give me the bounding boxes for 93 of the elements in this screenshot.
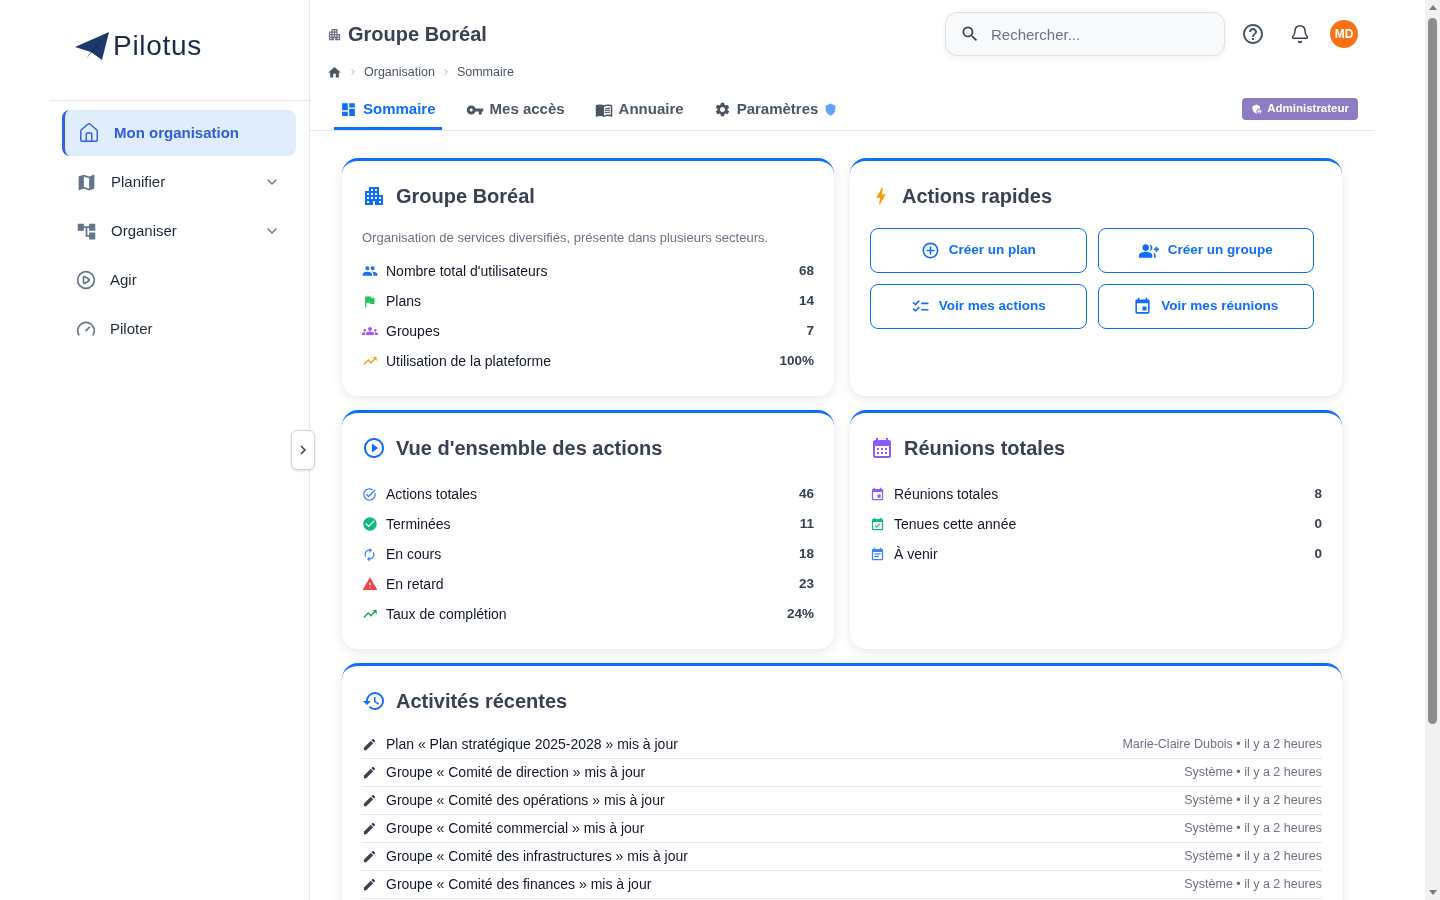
activity-text: Groupe « Comité des opérations » mis à jour <box>386 791 666 810</box>
stat-value: 11 <box>799 514 814 533</box>
stat-value: 68 <box>798 261 814 280</box>
search-icon <box>960 24 980 44</box>
pencil-icon <box>362 793 377 808</box>
warning-icon <box>362 576 378 592</box>
building-icon <box>362 184 386 208</box>
history-icon <box>362 689 386 713</box>
stat-label: Nombre total d'utilisateurs <box>386 261 549 281</box>
stat-label: Utilisation de la plateforme <box>386 351 552 371</box>
paper-plane-logo-icon <box>75 32 109 60</box>
activity-meta: Système • il y a 2 heures <box>1184 792 1322 810</box>
card-title: Groupe Boréal <box>396 184 535 209</box>
calendar-icon <box>870 486 885 502</box>
admin-shield-icon <box>1251 103 1264 115</box>
sidebar-nav-item[interactable]: Mon organisation <box>62 110 296 156</box>
scroll-up-arrow-icon <box>1428 5 1437 10</box>
tab[interactable]: Sommaire <box>334 88 442 130</box>
refresh-icon <box>362 546 377 562</box>
calendar-icon <box>1133 297 1153 316</box>
pencil-icon <box>362 877 377 892</box>
quick-action-button[interactable]: Voir mes réunions <box>1097 284 1314 329</box>
search-field[interactable]: Rechercher... <box>945 12 1225 56</box>
activity-meta: Système • il y a 2 heures <box>1184 848 1322 866</box>
quick-action-button[interactable]: Voir mes actions <box>870 284 1087 329</box>
activity-text: Groupe « Comité commercial » mis à jour <box>386 819 646 838</box>
sidebar-nav-item[interactable]: Organiser <box>62 208 296 254</box>
calendar-check-icon <box>870 516 885 532</box>
quick-action-button[interactable]: Créer un plan <box>870 228 1087 273</box>
activity-text: Groupe « Comité des finances » mis à jour <box>386 875 653 894</box>
scroll-down-arrow-icon <box>1428 890 1437 895</box>
tab[interactable]: Paramètres <box>707 88 844 130</box>
stat-label: En retard <box>386 574 445 594</box>
card-title: Vue d'ensemble des actions <box>396 436 663 461</box>
organization-description: Organisation de services diversifiés, présente dans plusieurs secteurs. <box>362 229 770 247</box>
home-icon[interactable] <box>327 64 342 80</box>
check-circle-outline-icon <box>362 486 377 502</box>
activity-meta: Marie-Claire Dubois • il y a 2 heures <box>1122 736 1322 754</box>
card-title: Activités récentes <box>396 689 568 714</box>
house-icon <box>78 122 100 144</box>
stat-label: Réunions totales <box>894 484 1000 504</box>
activity-meta: Système • il y a 2 heures <box>1184 764 1322 782</box>
dashboard-icon <box>340 101 357 118</box>
stat-value: 14 <box>798 291 814 310</box>
activity-text: Groupe « Comité des infrastructures » mis à jour <box>386 847 689 866</box>
calendar-note-icon <box>870 546 885 562</box>
tab[interactable]: Annuaire <box>588 88 690 130</box>
card-title: Actions rapides <box>902 184 1053 209</box>
stat-value: 0 <box>1314 514 1322 533</box>
activity-meta: Système • il y a 2 heures <box>1184 820 1322 838</box>
sidebar-nav-item[interactable]: Planifier <box>62 159 296 205</box>
pencil-icon <box>362 737 377 752</box>
stat-label: Taux de complétion <box>386 604 508 624</box>
breadcrumb-link[interactable]: Sommaire <box>456 62 514 82</box>
activity-text: Plan « Plan stratégique 2025-2028 » mis à jour <box>386 735 679 754</box>
sidebar-nav-item[interactable]: Agir <box>62 257 296 303</box>
stat-label: Tenues cette année <box>894 514 1018 534</box>
stat-value: 18 <box>798 544 814 563</box>
bell-icon[interactable] <box>1290 24 1310 44</box>
stat-value: 24% <box>786 604 814 623</box>
pencil-icon <box>362 821 377 836</box>
stat-value: 7 <box>806 321 814 340</box>
calendar-icon <box>870 436 894 460</box>
stat-label: En cours <box>386 544 443 564</box>
stat-value: 100% <box>779 351 814 370</box>
role-badge: Administrateur <box>1242 98 1358 120</box>
gauge-icon <box>76 319 96 339</box>
stat-label: Plans <box>386 291 423 311</box>
activity-meta: Système • il y a 2 heures <box>1184 876 1322 894</box>
stat-value: 8 <box>1314 484 1322 503</box>
card-title: Réunions totales <box>904 436 1066 461</box>
chevron-right-icon <box>348 67 358 77</box>
sidebar-nav-item[interactable]: Piloter <box>62 306 296 352</box>
building-icon <box>327 26 342 42</box>
logo-text: Pilotus <box>113 32 202 60</box>
stat-label: Terminées <box>386 514 452 534</box>
page-title: Groupe Boréal <box>348 22 487 47</box>
stat-value: 46 <box>798 484 814 503</box>
pencil-icon <box>362 765 377 780</box>
pencil-icon <box>362 849 377 864</box>
settings-icon <box>713 101 731 118</box>
help-icon[interactable] <box>1241 22 1265 46</box>
stat-value: 23 <box>798 574 814 593</box>
quick-action-button[interactable]: Créer un groupe <box>1097 228 1314 273</box>
stat-label: Actions totales <box>386 484 479 504</box>
people-icon <box>362 263 378 279</box>
activity-text: Groupe « Comité de direction » mis à jour <box>386 763 647 782</box>
tab[interactable]: Mes accès <box>459 88 571 130</box>
play-circle-icon <box>76 270 96 290</box>
breadcrumb-link[interactable]: Organisation <box>364 62 435 82</box>
stat-label: À venir <box>894 544 939 564</box>
stat-label: Groupes <box>386 321 441 341</box>
stat-value: 0 <box>1314 544 1322 563</box>
